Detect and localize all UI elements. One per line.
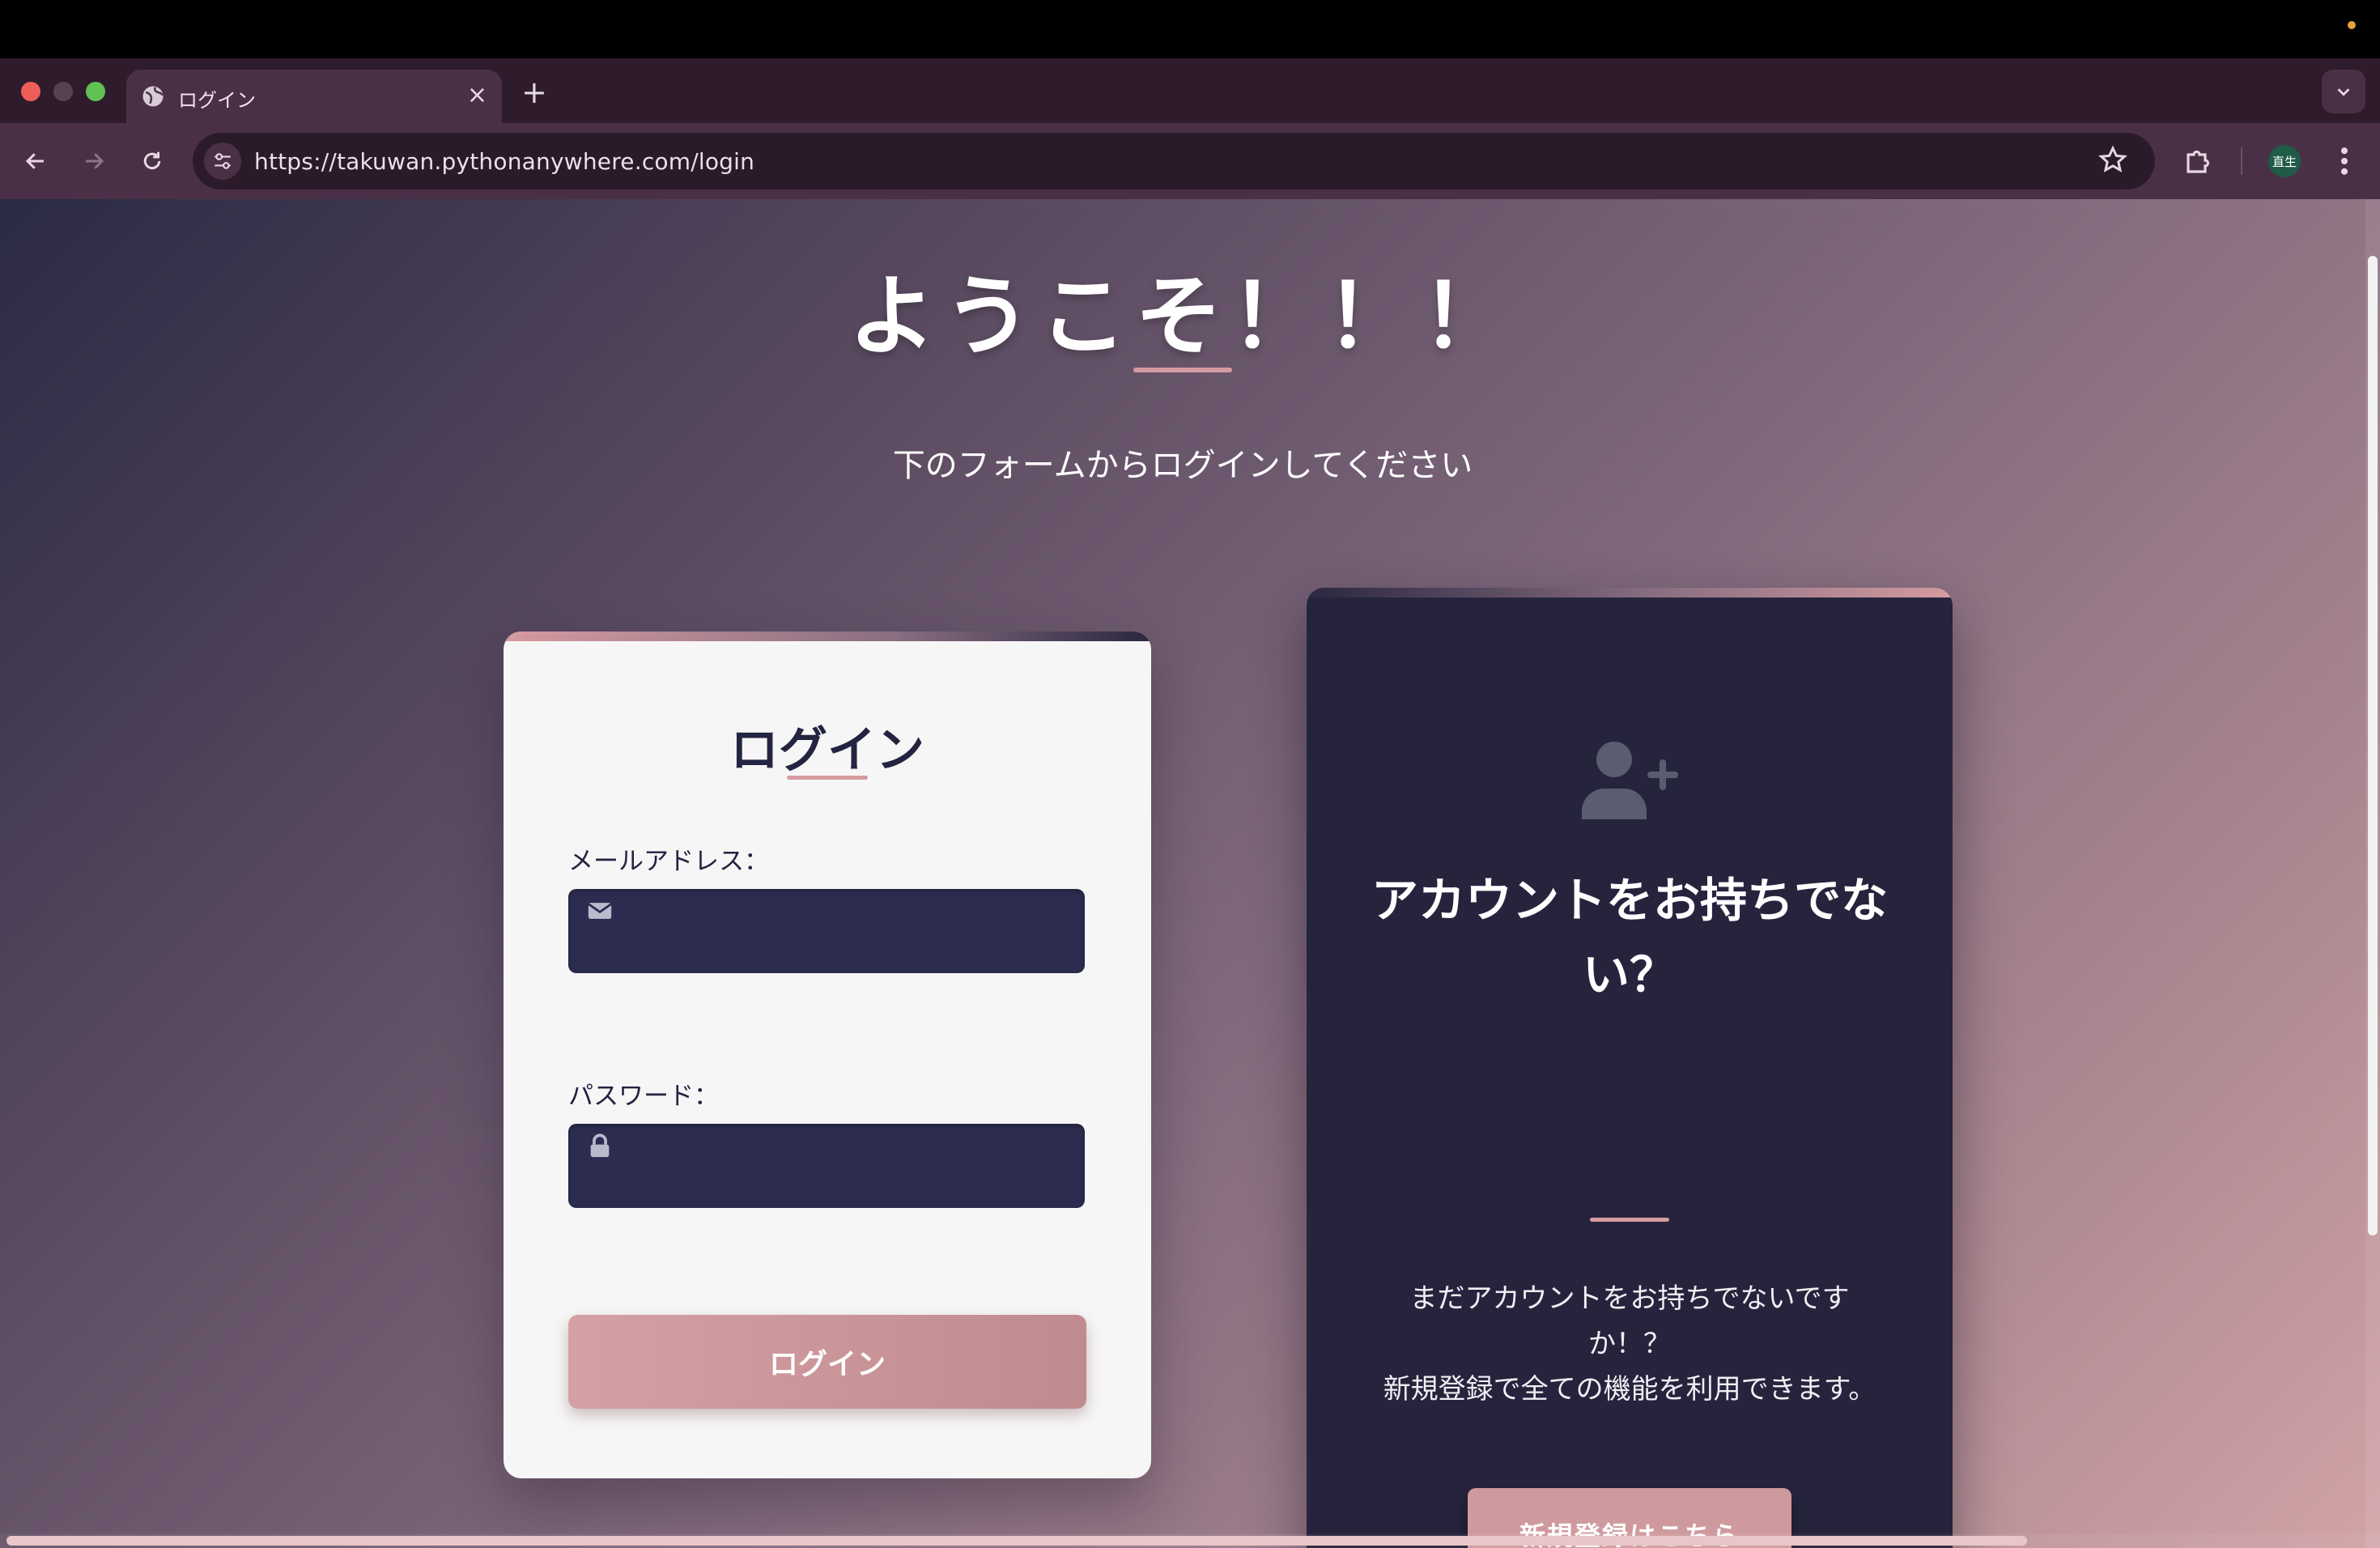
- card-accent-line: [504, 632, 1151, 641]
- lock-icon: [590, 1133, 610, 1158]
- welcome-heading: ようこそ！！！: [848, 266, 1517, 368]
- register-title-line2: い？: [1582, 947, 1677, 1002]
- toolbar-separator: [2241, 147, 2242, 175]
- profile-avatar[interactable]: 直生: [2268, 145, 2301, 177]
- register-title-underline: [1590, 1218, 1669, 1222]
- email-label: メールアドレス：: [568, 847, 769, 876]
- close-icon[interactable]: ×: [467, 79, 487, 112]
- envelope-icon: [588, 903, 612, 919]
- extensions-icon[interactable]: [2182, 143, 2216, 177]
- kebab-menu-icon[interactable]: [2331, 143, 2357, 179]
- horizontal-scrollbar[interactable]: [0, 1533, 2380, 1548]
- register-card: アカウントをお持ちでな い？ まだアカウントをお持ちでないです か！？ 新規登録…: [1307, 588, 1953, 1548]
- register-desc-line3: 新規登録で全ての機能を利用できます。: [1383, 1373, 1876, 1406]
- recording-indicator: [2348, 21, 2356, 29]
- plus-icon[interactable]: +: [521, 76, 547, 108]
- window-zoom-button[interactable]: [86, 82, 105, 101]
- login-card: ログイン メールアドレス： パスワード： ログイン: [504, 632, 1151, 1478]
- register-desc-line2: か！？: [1588, 1328, 1671, 1360]
- window-close-button[interactable]: [21, 82, 40, 101]
- macos-menubar: [0, 0, 2380, 58]
- page-subtitle: 下のフォームからログインしてください: [892, 447, 1473, 484]
- globe-icon: [142, 86, 164, 107]
- chevron-down-icon: [2337, 88, 2350, 96]
- register-desc-line1: まだアカウントをお持ちでないです: [1409, 1282, 1850, 1315]
- add-user-icon: [1582, 742, 1678, 819]
- vertical-scrollbar[interactable]: [2365, 199, 2380, 1548]
- site-info-button[interactable]: [204, 142, 241, 180]
- reload-icon: [143, 151, 161, 170]
- tab-title: ログイン: [178, 89, 256, 112]
- vertical-scrollbar-thumb[interactable]: [2368, 256, 2378, 1235]
- url-text[interactable]: https://takuwan.pythonanywhere.com/login: [254, 148, 754, 175]
- login-title: ログイン: [730, 722, 924, 779]
- browser-toolbar: https://takuwan.pythonanywhere.com/login…: [0, 123, 2380, 199]
- password-label: パスワード：: [568, 1082, 719, 1111]
- page-viewport: ようこそ！！！ 下のフォームからログインしてください ログイン メールアドレス：…: [0, 199, 2380, 1548]
- forward-icon: [86, 153, 104, 169]
- login-button[interactable]: ログイン: [568, 1315, 1086, 1409]
- address-bar[interactable]: https://takuwan.pythonanywhere.com/login: [193, 133, 2155, 189]
- site-info-icon: [215, 153, 231, 169]
- welcome-underline: [1133, 368, 1232, 372]
- tab-strip: ログイン × +: [0, 58, 2380, 123]
- tab-search-button[interactable]: [2322, 70, 2365, 113]
- register-title: アカウントをお持ちでな い？: [1355, 863, 1904, 1012]
- back-button[interactable]: [19, 145, 52, 177]
- window-minimize-button[interactable]: [53, 82, 73, 101]
- forward-button[interactable]: [78, 145, 110, 177]
- register-description: まだアカウントをお持ちでないです か！？ 新規登録で全ての機能を利用できます。: [1363, 1276, 1896, 1412]
- password-field[interactable]: [568, 1124, 1085, 1208]
- email-field[interactable]: [568, 889, 1085, 973]
- horizontal-scrollbar-thumb[interactable]: [6, 1536, 2027, 1546]
- card-accent-line: [1307, 588, 1953, 598]
- back-icon: [25, 153, 44, 169]
- browser-tab-login[interactable]: ログイン ×: [126, 70, 502, 123]
- login-title-underline: [787, 776, 868, 780]
- register-title-line1: アカウントをお持ちでな: [1371, 873, 1888, 928]
- reload-button[interactable]: [136, 145, 168, 177]
- star-icon[interactable]: [2097, 144, 2129, 176]
